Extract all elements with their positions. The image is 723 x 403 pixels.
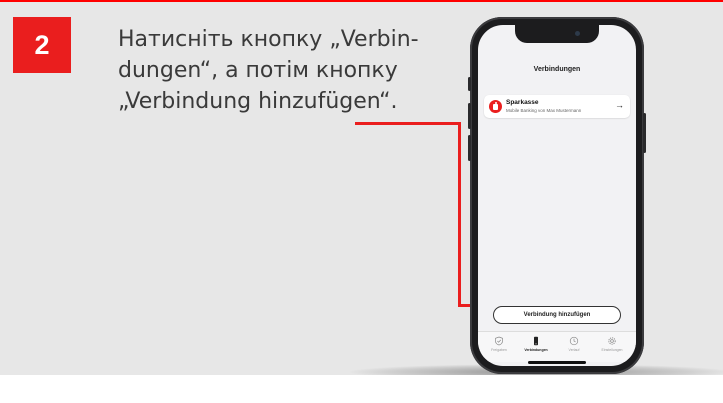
device-icon bbox=[534, 336, 538, 346]
arrow-right-icon: → bbox=[615, 100, 624, 110]
tab-label: Verbindungen bbox=[524, 348, 548, 352]
tab-bar: Freigaben Verbindungen Verlauf Einstellu… bbox=[478, 331, 636, 362]
phone-side-button bbox=[643, 113, 646, 153]
connector-horizontal-top bbox=[355, 122, 460, 125]
clock-icon bbox=[569, 336, 579, 346]
tab-freigaben[interactable]: Freigaben bbox=[478, 336, 520, 352]
instruction-line: Натисніть кнопку „Verbin- bbox=[118, 27, 419, 52]
tab-verbindungen[interactable]: Verbindungen bbox=[515, 336, 557, 352]
instruction-line: dungen“, а потім кнопку bbox=[118, 58, 398, 83]
phone-notch bbox=[515, 25, 599, 43]
screen-title: Verbindungen bbox=[533, 66, 581, 73]
connector-vertical bbox=[458, 122, 461, 307]
tab-label: Einstellungen bbox=[601, 348, 623, 352]
tab-verlauf[interactable]: Verlauf bbox=[553, 336, 595, 352]
gear-icon bbox=[608, 337, 616, 345]
sparkasse-logo-icon bbox=[489, 100, 502, 113]
phone-mockup: Verbindungen Sparkasse Mobile Banking vo… bbox=[468, 17, 646, 374]
phone-side-button bbox=[468, 77, 471, 91]
connection-card[interactable]: Sparkasse Mobile Banking von Max Musterm… bbox=[484, 95, 630, 118]
panel-top-border bbox=[0, 0, 723, 2]
instruction-line: „Verbindung hinzufügen“. bbox=[118, 89, 398, 114]
page-bottom-margin bbox=[0, 375, 723, 403]
instruction-text: Натисніть кнопку „Verbin- dungen“, а пот… bbox=[118, 24, 438, 117]
tab-label: Verlauf bbox=[568, 348, 580, 352]
connection-name: Sparkasse bbox=[506, 99, 539, 106]
instruction-panel: 2 Натисніть кнопку „Verbin- dungen“, а п… bbox=[0, 0, 723, 403]
phone-screen: Verbindungen Sparkasse Mobile Banking vo… bbox=[478, 25, 636, 366]
add-connection-button[interactable]: Verbindung hinzufügen bbox=[493, 306, 621, 324]
phone-side-button bbox=[468, 103, 471, 129]
home-indicator bbox=[528, 361, 586, 364]
camera-icon bbox=[575, 31, 580, 36]
tab-label: Freigaben bbox=[491, 348, 507, 352]
tab-einstellungen[interactable]: Einstellungen bbox=[591, 336, 633, 352]
shield-check-icon bbox=[495, 336, 503, 346]
phone-side-button bbox=[468, 135, 471, 161]
step-number-badge: 2 bbox=[13, 17, 71, 73]
connection-subtitle: Mobile Banking von Max Mustermann bbox=[506, 108, 582, 113]
